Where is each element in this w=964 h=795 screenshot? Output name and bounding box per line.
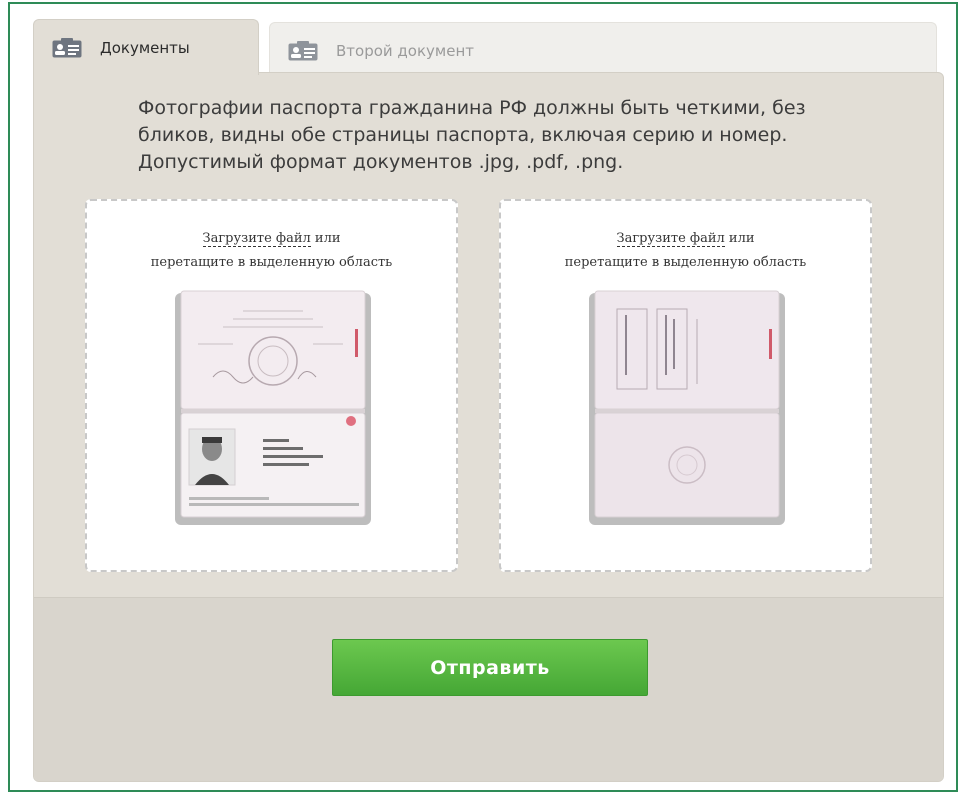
tab-second-document[interactable]: Второй документ <box>269 22 937 78</box>
documents-panel: Фотографии паспорта гражданина РФ должны… <box>33 72 944 782</box>
dropzone-caption: Загрузите файл или перетащите в выделенн… <box>501 227 870 275</box>
dropzone-hint: перетащите в выделенную область <box>564 255 807 270</box>
tab-label: Второй документ <box>336 41 474 60</box>
id-card-icon <box>288 40 318 60</box>
passport-registration-page-image <box>589 290 785 525</box>
dropzone-or-text: или <box>310 231 341 246</box>
tab-label: Документы <box>100 38 190 57</box>
tab-documents[interactable]: Документы <box>33 19 259 75</box>
id-card-icon <box>52 37 82 57</box>
upload-dropzone-registration-page[interactable]: Загрузите файл или перетащите в выделенн… <box>499 199 872 572</box>
upload-file-link[interactable]: Загрузите файл <box>616 231 725 247</box>
dropzone-or-text: или <box>724 231 755 246</box>
upload-dropzone-main-page[interactable]: Загрузите файл или перетащите в выделенн… <box>85 199 458 572</box>
dropzone-hint: перетащите в выделенную область <box>150 255 393 270</box>
submit-button[interactable]: Отправить <box>332 639 648 696</box>
dropzone-caption: Загрузите файл или перетащите в выделенн… <box>87 227 456 275</box>
upload-file-link[interactable]: Загрузите файл <box>202 231 311 247</box>
instructions-text: Фотографии паспорта гражданина РФ должны… <box>138 97 806 173</box>
passport-main-page-image <box>175 290 371 525</box>
